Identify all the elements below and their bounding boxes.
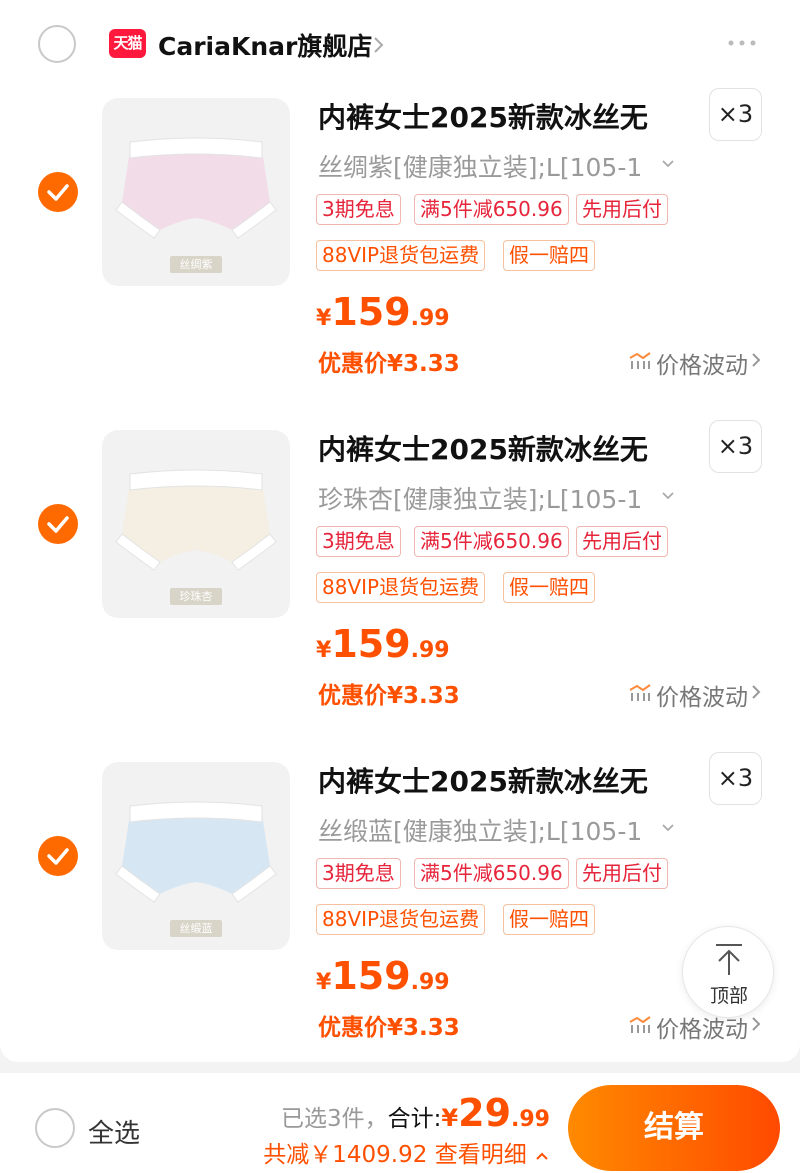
arrow-up-icon <box>716 944 742 975</box>
checkout-bar: 全选 已选3件，合计:¥29.99 共减￥1409.92 查看明细 结算 <box>0 1073 800 1173</box>
promo-price: 优惠价¥3.33 <box>318 1015 460 1041</box>
quantity-stepper[interactable]: ×3 <box>709 752 762 805</box>
tag-full-reduction: 满5件减650.96 <box>414 194 569 225</box>
total-label: 合计: <box>387 1106 442 1132</box>
select-all-radio[interactable] <box>35 1108 75 1148</box>
sku-selector[interactable]: 丝绸紫[健康独立装];L[105-1 <box>318 148 642 184</box>
tag-pay-later: 先用后付 <box>576 526 668 557</box>
item-price: ¥159.99 <box>316 622 450 666</box>
tag-88vip-return: 88VIP退货包运费 <box>316 904 486 935</box>
price-trend-link[interactable]: 价格波动 <box>656 346 748 380</box>
item-checkbox-checked[interactable] <box>38 504 78 544</box>
quantity-stepper[interactable]: ×3 <box>709 88 762 141</box>
tag-88vip-return: 88VIP退货包运费 <box>316 572 486 603</box>
sku-selector[interactable]: 珍珠杏[健康独立装];L[105-1 <box>318 480 642 516</box>
tag-installment: 3期免息 <box>316 858 401 889</box>
price-decimal: .99 <box>410 306 450 331</box>
shop-name-link[interactable]: CariaKnar旗舰店 <box>158 27 372 63</box>
selected-count: 已选3件， <box>281 1106 388 1132</box>
checkout-button[interactable]: 结算 <box>568 1085 780 1171</box>
more-dots-icon[interactable] <box>726 34 758 52</box>
price-decimal: .99 <box>410 638 450 663</box>
chevron-down-icon[interactable] <box>660 490 676 502</box>
chevron-down-icon[interactable] <box>660 158 676 170</box>
cart-item: 丝缎蓝 内裤女士2025新款冰丝无 ×3 丝缎蓝[健康独立装];L[105-1 … <box>0 752 800 1084</box>
price-integer: 159 <box>331 290 411 334</box>
item-price: ¥159.99 <box>316 954 450 998</box>
chevron-right-icon[interactable] <box>750 683 762 701</box>
price-integer: 159 <box>331 622 411 666</box>
promo-price: 优惠价¥3.33 <box>318 683 460 709</box>
check-icon <box>47 184 69 201</box>
sku-selector[interactable]: 丝缎蓝[健康独立装];L[105-1 <box>318 812 642 848</box>
price-decimal: .99 <box>410 970 450 995</box>
shop-header: 天猫 CariaKnar旗舰店 <box>0 0 800 90</box>
thumb-color-tag: 丝缎蓝 <box>170 920 222 937</box>
tag-fake-compensate: 假一赔四 <box>503 240 595 271</box>
chevron-right-icon[interactable] <box>370 35 388 55</box>
chevron-right-icon[interactable] <box>750 1015 762 1033</box>
item-checkbox-checked[interactable] <box>38 172 78 212</box>
tmall-logo-badge: 天猫 <box>109 29 146 58</box>
cart-item: 丝绸紫 内裤女士2025新款冰丝无 ×3 丝绸紫[健康独立装];L[105-1 … <box>0 88 800 420</box>
price-trend-icon[interactable] <box>628 1014 652 1034</box>
total-decimal: .99 <box>511 1107 550 1132</box>
product-thumbnail[interactable]: 珍珠杏 <box>102 430 290 618</box>
discount-amount: 共减￥1409.92 <box>263 1142 428 1168</box>
chevron-up-icon[interactable] <box>534 1150 550 1162</box>
select-all-label[interactable]: 全选 <box>88 1113 140 1150</box>
back-to-top-label: 顶部 <box>709 985 748 1007</box>
product-title[interactable]: 内裤女士2025新款冰丝无 <box>318 428 648 468</box>
tag-pay-later: 先用后付 <box>576 194 668 225</box>
chevron-right-icon[interactable] <box>750 351 762 369</box>
product-thumbnail[interactable]: 丝缎蓝 <box>102 762 290 950</box>
tag-pay-later: 先用后付 <box>576 858 668 889</box>
product-title[interactable]: 内裤女士2025新款冰丝无 <box>318 760 648 800</box>
tag-full-reduction: 满5件减650.96 <box>414 858 569 889</box>
quantity-stepper[interactable]: ×3 <box>709 420 762 473</box>
item-price: ¥159.99 <box>316 290 450 334</box>
back-to-top-button[interactable]: 顶部 <box>682 926 774 1018</box>
price-trend-icon[interactable] <box>628 350 652 370</box>
tag-88vip-return: 88VIP退货包运费 <box>316 240 486 271</box>
price-currency: ¥ <box>316 306 332 331</box>
total-summary: 已选3件，合计:¥29.99 <box>281 1091 550 1135</box>
total-integer: 29 <box>458 1091 512 1135</box>
tag-fake-compensate: 假一赔四 <box>503 904 595 935</box>
discount-summary[interactable]: 共减￥1409.92 查看明细 <box>263 1135 550 1169</box>
tag-fake-compensate: 假一赔四 <box>503 572 595 603</box>
price-trend-link[interactable]: 价格波动 <box>656 678 748 712</box>
product-thumbnail[interactable]: 丝绸紫 <box>102 98 290 286</box>
price-trend-icon[interactable] <box>628 682 652 702</box>
promo-price: 优惠价¥3.33 <box>318 351 460 377</box>
product-title[interactable]: 内裤女士2025新款冰丝无 <box>318 96 648 136</box>
price-integer: 159 <box>331 954 411 998</box>
view-details-link[interactable]: 查看明细 <box>435 1142 527 1168</box>
cart-shop-card: 天猫 CariaKnar旗舰店 丝绸紫 内裤女士2025新款冰丝无 ×3 丝绸紫… <box>0 0 800 1062</box>
shop-select-radio[interactable] <box>38 25 76 63</box>
cart-item: 珍珠杏 内裤女士2025新款冰丝无 ×3 珍珠杏[健康独立装];L[105-1 … <box>0 420 800 752</box>
thumb-color-tag: 珍珠杏 <box>170 588 222 605</box>
check-icon <box>47 516 69 533</box>
tag-installment: 3期免息 <box>316 194 401 225</box>
thumb-color-tag: 丝绸紫 <box>170 256 222 273</box>
price-currency: ¥ <box>316 970 332 995</box>
price-currency: ¥ <box>316 638 332 663</box>
chevron-down-icon[interactable] <box>660 822 676 834</box>
total-currency: ¥ <box>441 1104 459 1132</box>
tag-full-reduction: 满5件减650.96 <box>414 526 569 557</box>
tag-installment: 3期免息 <box>316 526 401 557</box>
check-icon <box>47 848 69 865</box>
item-checkbox-checked[interactable] <box>38 836 78 876</box>
